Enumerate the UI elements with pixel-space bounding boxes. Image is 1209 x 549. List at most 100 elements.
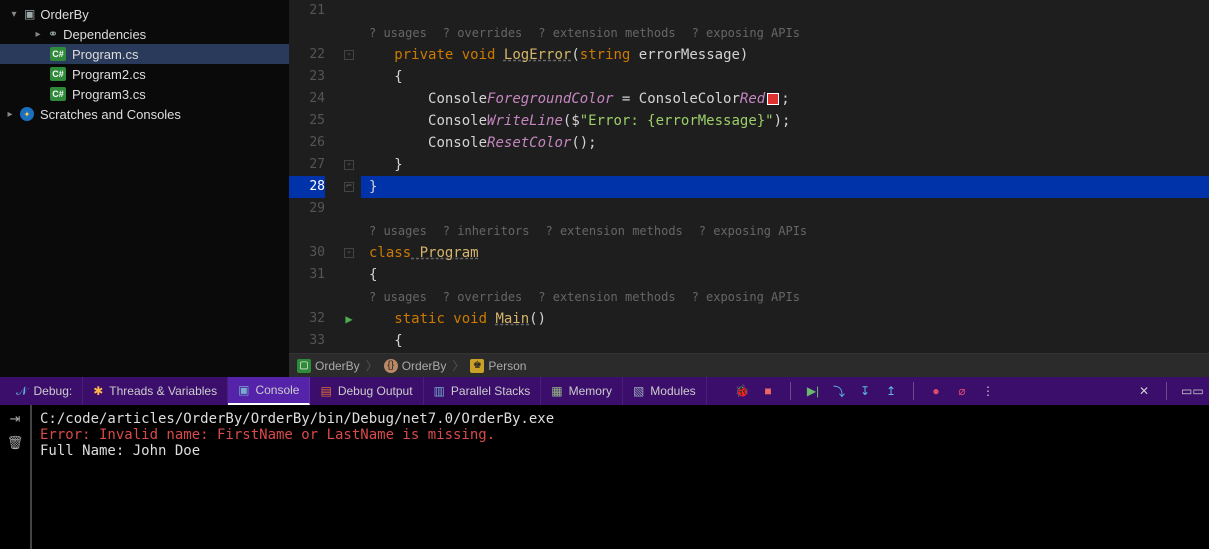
layout-icon[interactable]: ▭▭: [1181, 384, 1197, 398]
breadcrumb-item[interactable]: ♚ Person: [470, 359, 526, 373]
code-editor[interactable]: 21 22 23 24 25 26 27 28 29 30 31 32 33: [289, 0, 1209, 377]
csproj-icon: ▢: [297, 359, 311, 373]
namespace-icon: {}: [384, 359, 398, 373]
modules-icon: ▧: [633, 384, 644, 398]
console-toolbar[interactable]: ⇥ 🗑: [0, 405, 30, 549]
tree-label: Scratches and Consoles: [40, 107, 181, 122]
tab-memory[interactable]: ▦ Memory: [541, 377, 623, 405]
console-line-error: Error: Invalid name: FirstName or LastNa…: [40, 427, 1201, 443]
chevron-right-icon: 〉: [452, 357, 464, 374]
step-over-icon[interactable]: ⤵: [831, 383, 847, 400]
tab-label: Debug:: [34, 384, 73, 398]
tree-label: Dependencies: [63, 27, 146, 42]
tab-debug-output[interactable]: ▤ Debug Output: [310, 377, 423, 405]
tree-node-program2-cs[interactable]: C# Program2.cs: [0, 64, 289, 84]
debug-icon: 𝒩: [16, 384, 28, 399]
output-icon: ▤: [320, 384, 331, 398]
debug-toolwindow-tabs[interactable]: 𝒩 Debug: ✱ Threads & Variables ▣ Console…: [0, 377, 1209, 405]
csproj-icon: ▣: [24, 7, 35, 21]
tab-threads-variables[interactable]: ✱ Threads & Variables: [83, 377, 228, 405]
csharp-file-icon: C#: [50, 67, 66, 81]
tab-modules[interactable]: ▧ Modules: [623, 377, 707, 405]
breadcrumb-bar[interactable]: ▢ OrderBy 〉 {} OrderBy 〉 ♚ Person: [289, 353, 1209, 377]
code-line[interactable]: class Program: [361, 242, 1209, 264]
tree-node-program3-cs[interactable]: C# Program3.cs: [0, 84, 289, 104]
step-into-icon[interactable]: ↧: [857, 384, 873, 398]
project-tree[interactable]: ▾ ▣ OrderBy ▸ ⚭ Dependencies C# Program.…: [0, 0, 289, 377]
code-line[interactable]: ConsoleForegroundColor = ConsoleColorRed…: [361, 88, 1209, 110]
breadcrumb-label: Person: [488, 359, 526, 373]
stop-icon[interactable]: ■: [760, 384, 776, 398]
tab-console[interactable]: ▣ Console: [228, 377, 310, 405]
resume-icon[interactable]: ▶|: [805, 384, 821, 398]
close-icon[interactable]: ✕: [1136, 384, 1152, 398]
fold-end-icon[interactable]: ⌐: [344, 182, 354, 192]
dependencies-icon: ⚭: [48, 27, 58, 41]
code-line[interactable]: {: [361, 330, 1209, 352]
tree-node-dependencies[interactable]: ▸ ⚭ Dependencies: [0, 24, 289, 44]
breakpoints-icon[interactable]: ●: [928, 384, 944, 398]
tree-node-orderby[interactable]: ▾ ▣ OrderBy: [0, 4, 289, 24]
line-number-gutter: 21 22 23 24 25 26 27 28 29 30 31 32 33: [289, 0, 337, 353]
fold-icon[interactable]: -: [344, 160, 354, 170]
breadcrumb-item[interactable]: {} OrderBy: [384, 359, 447, 373]
code-line[interactable]: static void Main(): [361, 308, 1209, 330]
fold-icon[interactable]: -: [344, 248, 354, 258]
console-line-output: Full Name: John Doe: [40, 443, 1201, 459]
code-line-active[interactable]: }: [361, 176, 1209, 198]
step-out-icon[interactable]: ↥: [883, 384, 899, 398]
code-line[interactable]: private void LogError(string errorMessag…: [361, 44, 1209, 66]
tree-node-program-cs[interactable]: C# Program.cs: [0, 44, 289, 64]
console-icon: ▣: [238, 383, 249, 397]
separator: [790, 382, 791, 400]
breadcrumb-label: OrderBy: [402, 359, 447, 373]
chevron-right-icon: ▸: [32, 29, 44, 40]
mute-breakpoints-icon[interactable]: ⌀: [954, 384, 970, 398]
scroll-to-end-icon[interactable]: ⇥: [10, 411, 21, 427]
trash-icon[interactable]: 🗑: [7, 435, 24, 451]
tab-label: Parallel Stacks: [451, 384, 530, 398]
code-content[interactable]: ? usages? overrides? extension methods? …: [361, 0, 1209, 353]
code-line[interactable]: ConsoleResetColor();: [361, 132, 1209, 154]
memory-icon: ▦: [551, 384, 562, 398]
tab-label: Modules: [650, 384, 695, 398]
csharp-file-icon: C#: [50, 47, 66, 61]
csharp-file-icon: C#: [50, 87, 66, 101]
code-line[interactable]: {: [361, 264, 1209, 286]
fold-icon[interactable]: -: [344, 50, 354, 60]
tree-label: Program3.cs: [72, 87, 146, 102]
separator: [1166, 382, 1167, 400]
code-lens-hints[interactable]: ? usages? inheritors? extension methods?…: [361, 220, 1209, 242]
scratches-icon: [20, 107, 34, 121]
breadcrumb-item[interactable]: ▢ OrderBy: [297, 359, 360, 373]
tree-label: OrderBy: [40, 7, 88, 22]
tab-label: Memory: [569, 384, 612, 398]
parallel-icon: ▥: [434, 384, 445, 398]
code-lens-hints[interactable]: ? usages? overrides? extension methods? …: [361, 22, 1209, 44]
more-icon[interactable]: ⋮: [980, 384, 996, 398]
tree-node-scratches[interactable]: ▸ Scratches and Consoles: [0, 104, 289, 124]
tab-label: Debug Output: [338, 384, 413, 398]
bug-icon[interactable]: 🐞: [734, 384, 750, 398]
code-line[interactable]: }: [361, 154, 1209, 176]
code-line[interactable]: ConsoleWriteLine($"Error: {errorMessage}…: [361, 110, 1209, 132]
debug-label-tab[interactable]: 𝒩 Debug:: [6, 377, 83, 405]
tab-parallel-stacks[interactable]: ▥ Parallel Stacks: [424, 377, 542, 405]
class-icon: ♚: [470, 359, 484, 373]
tree-label: Program.cs: [72, 47, 138, 62]
chevron-right-icon: 〉: [366, 357, 378, 374]
console-line-path: C:/code/articles/OrderBy/OrderBy/bin/Deb…: [40, 411, 1201, 427]
tab-label: Console: [255, 383, 299, 397]
run-gutter-icon[interactable]: ▶: [345, 312, 352, 326]
console-panel: ⇥ 🗑 C:/code/articles/OrderBy/OrderBy/bin…: [0, 405, 1209, 549]
fold-gutter[interactable]: - - ⌐ - ▶: [337, 0, 361, 353]
code-lens-hints[interactable]: ? usages? overrides? extension methods? …: [361, 286, 1209, 308]
breadcrumb-label: OrderBy: [315, 359, 360, 373]
separator: [913, 382, 914, 400]
chevron-down-icon: ▾: [8, 9, 20, 20]
code-line[interactable]: {: [361, 66, 1209, 88]
tree-label: Program2.cs: [72, 67, 146, 82]
tab-label: Threads & Variables: [109, 384, 217, 398]
chevron-right-icon: ▸: [4, 109, 16, 120]
console-output[interactable]: C:/code/articles/OrderBy/OrderBy/bin/Deb…: [30, 405, 1209, 549]
